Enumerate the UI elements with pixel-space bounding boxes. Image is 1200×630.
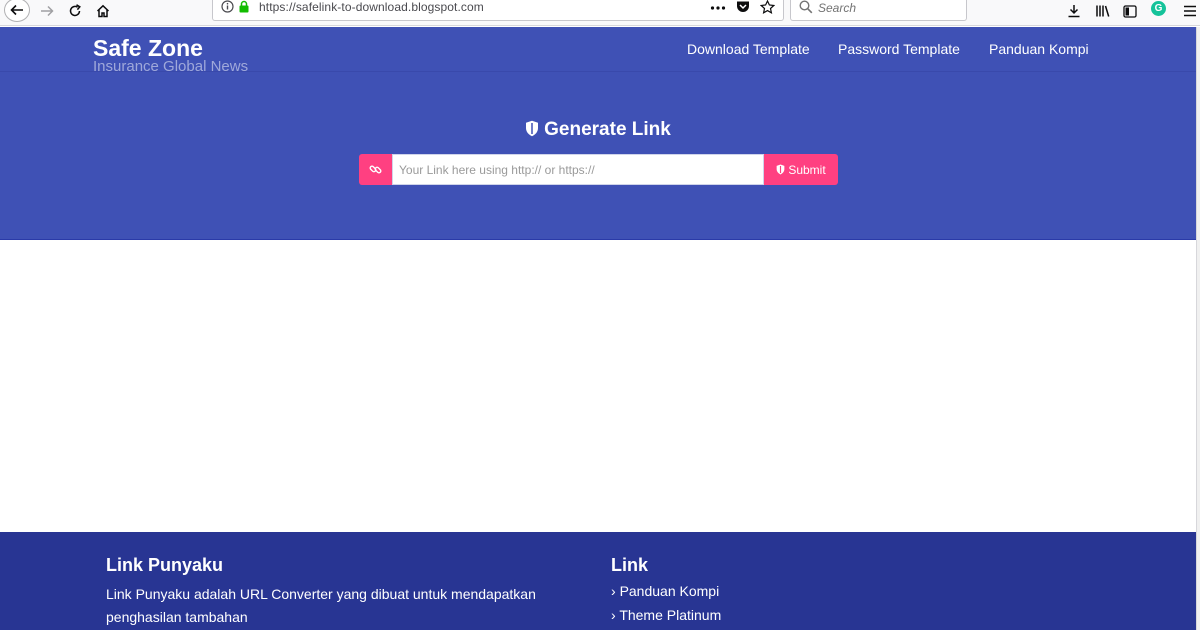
browser-toolbar: https://safelink-to-download.blogspot.co…: [0, 0, 1200, 26]
footer-link-label: Panduan Kompi: [619, 583, 720, 599]
site-header: Safe Zone Insurance Global News Download…: [0, 27, 1196, 240]
page-scrollbar[interactable]: [1196, 27, 1200, 630]
grammarly-icon[interactable]: G: [1151, 1, 1166, 16]
shield-icon: [776, 164, 785, 175]
menu-icon: [1184, 5, 1196, 17]
nav-link-download-template[interactable]: Download Template: [687, 41, 810, 57]
home-icon: [96, 4, 110, 18]
search-bar[interactable]: Search: [790, 0, 967, 21]
submit-button[interactable]: Submit: [764, 154, 838, 185]
footer-about-heading: Link Punyaku: [106, 555, 224, 575]
link-generator-form: Submit: [359, 154, 838, 185]
submit-label: Submit: [788, 162, 826, 177]
site-subtitle: Insurance Global News: [93, 58, 249, 75]
nav-link-panduan-kompi[interactable]: Panduan Kompi: [989, 41, 1089, 57]
forward-arrow-icon: [41, 5, 54, 17]
download-icon: [1068, 5, 1080, 18]
library-icon: [1096, 5, 1110, 17]
more-icon[interactable]: [710, 1, 726, 19]
footer-about-description: Link Punyaku adalah URL Converter yang d…: [106, 586, 536, 625]
generate-link-title: Generate Link: [544, 119, 671, 140]
back-arrow-icon: [10, 4, 23, 16]
downloads-button[interactable]: [1066, 0, 1082, 22]
link-icon: [369, 165, 382, 174]
reload-button[interactable]: [64, 0, 86, 22]
lock-icon[interactable]: [238, 0, 250, 18]
site-footer: Link Punyaku Link Punyaku adalah URL Con…: [0, 532, 1196, 630]
link-addon: [359, 154, 392, 185]
library-button[interactable]: [1094, 0, 1112, 22]
generate-link-heading: Generate Link: [0, 119, 1196, 143]
url-text[interactable]: https://safelink-to-download.blogspot.co…: [259, 0, 484, 14]
chevron-right-icon: ›: [611, 607, 616, 623]
forward-button[interactable]: [36, 0, 58, 22]
footer-links-heading: Link: [611, 555, 649, 575]
header-divider: [0, 71, 1196, 72]
link-url-input[interactable]: [392, 154, 764, 185]
search-placeholder: Search: [818, 1, 857, 15]
sidebar-button[interactable]: [1122, 0, 1138, 22]
home-button[interactable]: [92, 0, 114, 22]
back-button[interactable]: [4, 0, 30, 22]
chevron-right-icon: ›: [611, 583, 616, 599]
pocket-icon[interactable]: [736, 0, 750, 18]
info-icon[interactable]: [221, 0, 234, 18]
sidebar-icon: [1123, 4, 1137, 18]
nav-link-password-template[interactable]: Password Template: [838, 41, 960, 57]
shield-icon: [525, 120, 539, 143]
search-icon: [799, 0, 813, 19]
menu-button[interactable]: [1182, 0, 1198, 22]
bookmark-star-icon[interactable]: [759, 0, 776, 19]
reload-icon: [69, 4, 81, 17]
address-bar[interactable]: https://safelink-to-download.blogspot.co…: [212, 0, 784, 21]
footer-link-label: Theme Platinum: [619, 607, 722, 623]
footer-link-panduan-kompi[interactable]: › Panduan Kompi: [611, 583, 719, 599]
footer-link-theme-platinum[interactable]: › Theme Platinum: [611, 607, 721, 623]
